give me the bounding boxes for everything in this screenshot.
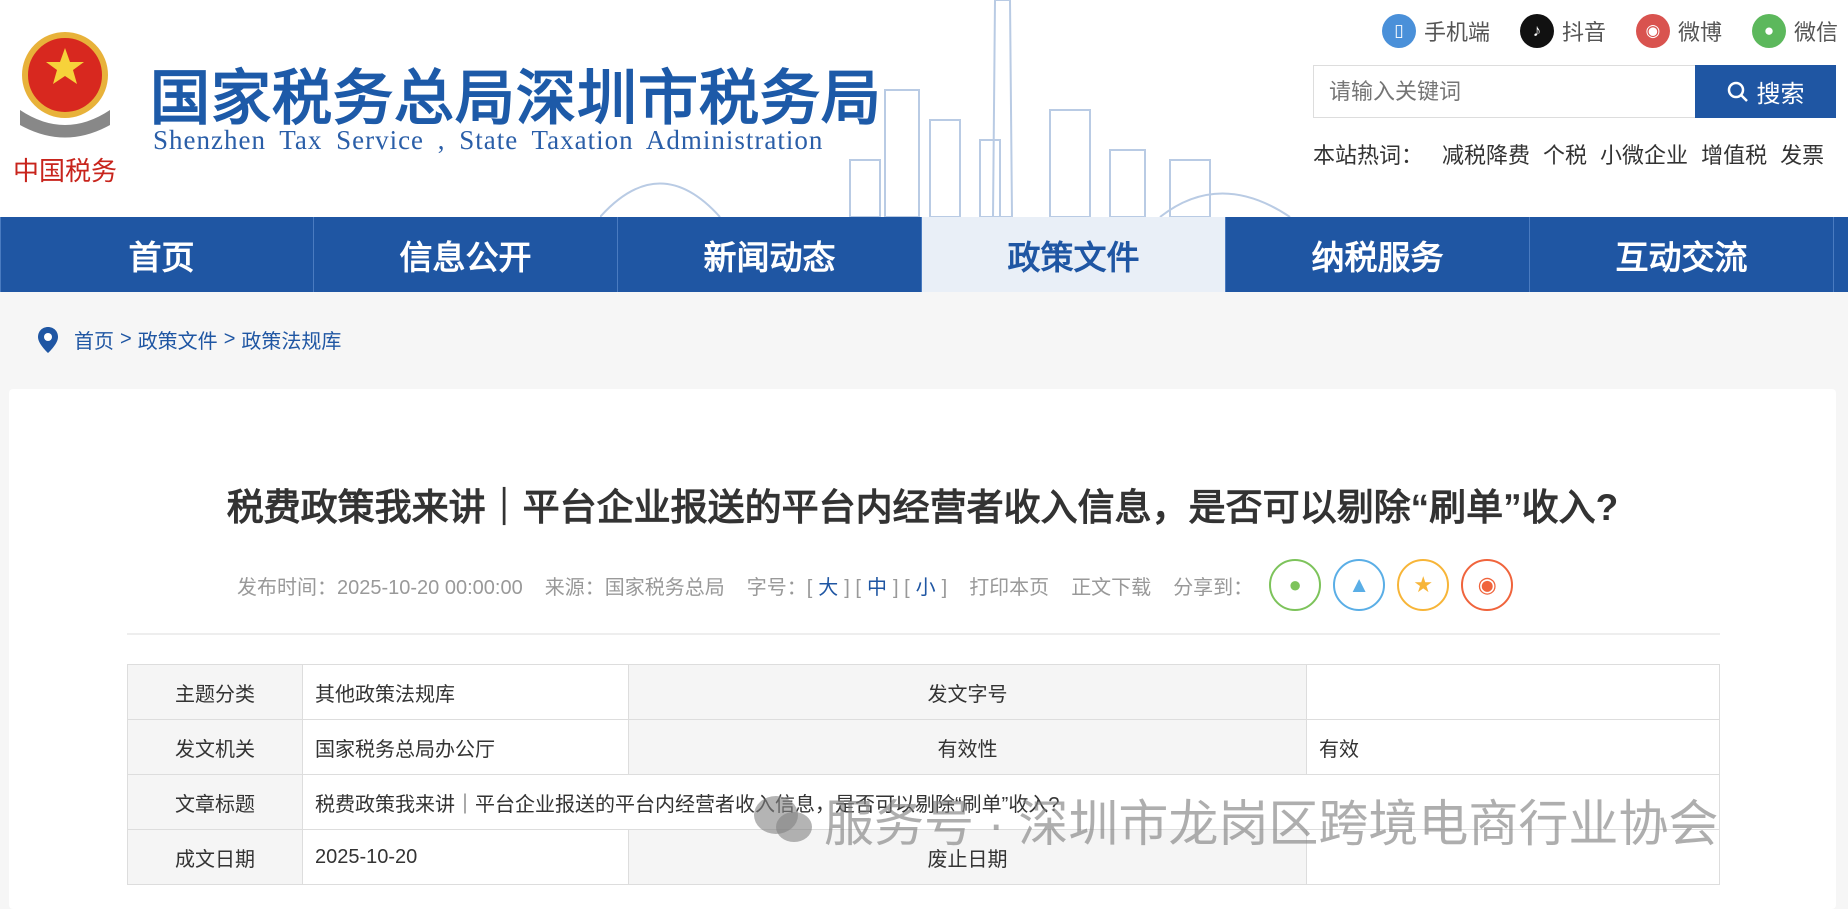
main-nav: 首页 信息公开 新闻动态 政策文件 纳税服务 互动交流 xyxy=(0,217,1848,292)
table-row: 成文日期 2025-10-20 废止日期 xyxy=(127,829,1720,885)
breadcrumb-home[interactable]: 首页 xyxy=(74,325,114,354)
hot-keyword[interactable]: 小微企业 xyxy=(1600,138,1688,170)
nav-interaction[interactable]: 互动交流 xyxy=(1530,217,1834,292)
share-wechat-icon[interactable]: ● xyxy=(1269,559,1322,611)
social-links: ▯ 手机端 ♪ 抖音 ◉ 微博 ● 微信 xyxy=(1381,14,1838,48)
share-weibo-icon[interactable]: ◉ xyxy=(1461,559,1514,611)
publish-time: 发布时间：2025-10-20 00:00:00 xyxy=(237,576,523,599)
source: 来源：国家税务总局 xyxy=(544,576,725,599)
nav-policy-documents[interactable]: 政策文件 xyxy=(922,217,1226,292)
wechat-icon: ● xyxy=(1751,14,1786,48)
download-link[interactable]: 正文下载 xyxy=(1071,571,1151,600)
print-link[interactable]: 打印本页 xyxy=(969,571,1049,600)
font-large[interactable]: 大 xyxy=(818,577,838,599)
site-subtitle: Shenzhen Tax Service , State Taxation Ad… xyxy=(153,125,824,155)
social-douyin[interactable]: ♪ 抖音 xyxy=(1519,14,1606,48)
document-info-table: 主题分类 其他政策法规库 发文字号 发文机关 国家税务总局办公厅 有效性 有效 文章标题税… xyxy=(127,664,1720,885)
article-meta: 发布时间：2025-10-20 00:00:00 来源：国家税务总局 字号：[大… xyxy=(237,559,1514,611)
font-medium[interactable]: 中 xyxy=(867,577,887,599)
douyin-icon: ♪ xyxy=(1519,14,1554,48)
share-qq-icon[interactable]: ▲ xyxy=(1333,559,1386,611)
nav-info-disclosure[interactable]: 信息公开 xyxy=(314,217,618,292)
table-row: 主题分类 其他政策法规库 发文字号 xyxy=(127,664,1720,720)
share-qzone-icon[interactable]: ★ xyxy=(1397,559,1450,611)
search-input[interactable] xyxy=(1313,65,1695,118)
article-card: 税费政策我来讲｜平台企业报送的平台内经营者收入信息，是否可以剔除“刷单”收入? … xyxy=(9,389,1836,909)
font-size-control: 字号：[大] [中] [小] xyxy=(746,576,948,599)
table-row: 发文机关 国家税务总局办公厅 有效性 有效 xyxy=(127,719,1720,775)
search-icon xyxy=(1727,81,1748,102)
share-label: 分享到： xyxy=(1173,576,1254,599)
nav-news[interactable]: 新闻动态 xyxy=(618,217,922,292)
breadcrumb: 首页 > 政策文件 > 政策法规库 xyxy=(38,325,341,354)
nav-tax-services[interactable]: 纳税服务 xyxy=(1226,217,1530,292)
svg-text:中国税务: 中国税务 xyxy=(13,157,117,187)
hot-keyword[interactable]: 个税 xyxy=(1543,138,1587,170)
weibo-icon: ◉ xyxy=(1635,14,1670,48)
hot-keyword[interactable]: 增值税 xyxy=(1701,138,1767,170)
article-title: 税费政策我来讲｜平台企业报送的平台内经营者收入信息，是否可以剔除“刷单”收入? xyxy=(226,487,1619,528)
mobile-icon: ▯ xyxy=(1381,14,1416,48)
search-bar: 搜索 xyxy=(1313,65,1836,118)
location-pin-icon xyxy=(38,326,58,353)
breadcrumb-library[interactable]: 政策法规库 xyxy=(241,325,341,354)
site-title: 国家税务总局深圳市税务局 xyxy=(150,65,882,132)
social-mobile[interactable]: ▯ 手机端 xyxy=(1381,14,1490,48)
social-wechat[interactable]: ● 微信 xyxy=(1751,14,1838,48)
table-row: 文章标题 税费政策我来讲｜平台企业报送的平台内经营者收入信息，是否可以剔除“刷单”… xyxy=(127,774,1720,830)
social-weibo[interactable]: ◉ 微博 xyxy=(1635,14,1722,48)
hot-keyword[interactable]: 发票 xyxy=(1780,138,1824,170)
font-small[interactable]: 小 xyxy=(916,577,936,599)
divider xyxy=(127,633,1720,635)
search-button[interactable]: 搜索 xyxy=(1695,65,1836,118)
hot-keyword[interactable]: 减税降费 xyxy=(1442,138,1530,170)
breadcrumb-policy[interactable]: 政策文件 xyxy=(138,325,218,354)
nav-home[interactable]: 首页 xyxy=(10,217,314,292)
site-header: 中国税务 国家税务总局深圳市税务局 Shenzhen Tax Service ,… xyxy=(0,0,1848,217)
share-buttons: ● ▲ ★ ◉ xyxy=(1269,559,1514,611)
national-emblem-logo: 中国税务 xyxy=(13,32,117,187)
hot-keywords: 本站热词： 减税降费 个税 小微企业 增值税 发票 xyxy=(1313,138,1824,170)
